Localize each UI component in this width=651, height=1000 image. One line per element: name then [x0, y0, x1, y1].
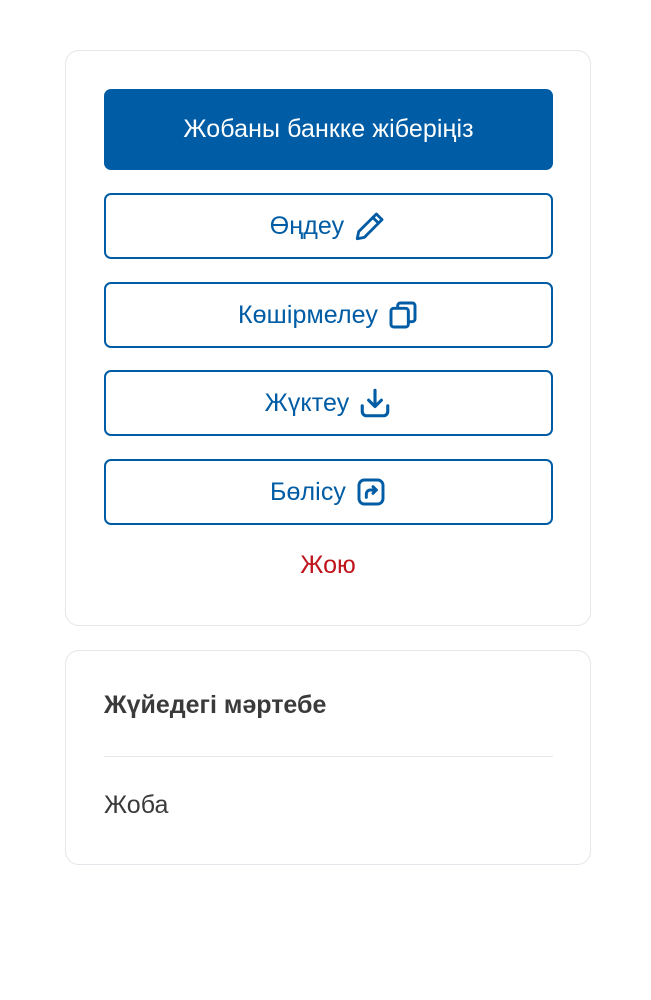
share-icon [355, 476, 387, 508]
delete-button[interactable]: Жою [66, 551, 590, 580]
download-label: Жүктеу [264, 388, 350, 417]
actions-card: Жобаны банкке жіберіңіз Өңдеу Көшірмелеу… [65, 50, 591, 626]
system-status-value: Жоба [104, 791, 169, 819]
submit-to-bank-label: Жобаны банкке жіберіңіз [183, 115, 474, 143]
copy-label: Көшірмелеу [238, 300, 378, 329]
divider [104, 756, 553, 757]
share-label: Бөлісу [269, 477, 347, 506]
submit-to-bank-button[interactable]: Жобаны банкке жіберіңіз [104, 89, 553, 170]
delete-label: Жою [300, 551, 356, 579]
share-button[interactable]: Бөлісу [104, 459, 553, 525]
download-button[interactable]: Жүктеу [104, 370, 553, 436]
status-card: Жүйедегі мәртебе Жоба [65, 650, 591, 865]
system-status-label: Жүйедегі мәртебе [104, 691, 327, 719]
edit-button[interactable]: Өңдеу [104, 193, 553, 259]
edit-label: Өңдеу [269, 211, 345, 240]
copy-button[interactable]: Көшірмелеу [104, 282, 553, 348]
pencil-icon [353, 209, 387, 243]
download-icon [358, 386, 392, 420]
copy-icon [387, 299, 419, 331]
